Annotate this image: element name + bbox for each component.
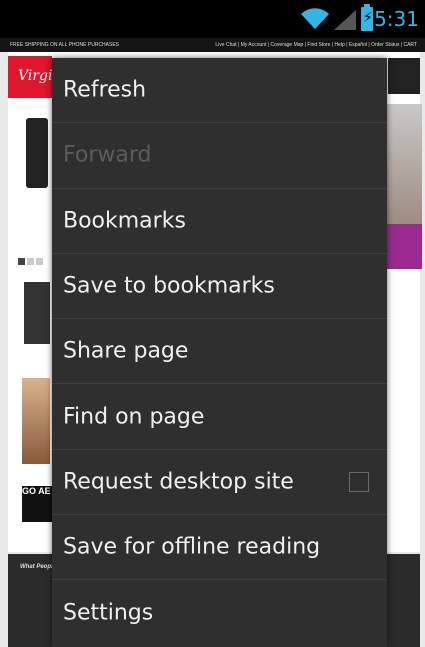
promo-band [382, 224, 422, 269]
shipping-banner[interactable]: FREE SHIPPING ON ALL PHONE PURCHASES [10, 42, 119, 48]
menu-item-save-offline[interactable]: Save for offline reading [52, 515, 387, 581]
menu-item-label: Find on page [63, 404, 205, 430]
menu-item-refresh[interactable]: Refresh [52, 58, 387, 124]
menu-item-label: Save for offline reading [63, 534, 321, 560]
site-top-strip: FREE SHIPPING ON ALL PHONE PURCHASES Liv… [0, 38, 425, 52]
site-nav-box [388, 58, 420, 94]
carousel-pager[interactable] [18, 250, 45, 269]
menu-item-label: Request desktop site [63, 469, 294, 495]
promo-text: GO AE [22, 486, 51, 496]
status-time: 5:31 [374, 7, 419, 31]
signal-icon [334, 10, 356, 30]
status-bar: ⚡ 5:31 [0, 0, 425, 38]
menu-item-label: Refresh [63, 77, 147, 103]
site-logo[interactable]: Virgin [8, 56, 62, 98]
menu-item-request-desktop-site[interactable]: Request desktop site [52, 450, 387, 516]
menu-item-label: Forward [63, 142, 152, 168]
footer-heading: What People [20, 564, 57, 570]
menu-item-save-to-bookmarks[interactable]: Save to bookmarks [52, 254, 387, 320]
browser-overflow-menu: Refresh Forward Bookmarks Save to bookma… [52, 58, 387, 647]
menu-item-label: Settings [63, 600, 154, 626]
menu-item-label: Save to bookmarks [63, 273, 275, 299]
menu-item-forward[interactable]: Forward [52, 123, 387, 189]
promo-image [382, 104, 422, 269]
battery-charging-icon: ⚡ [361, 4, 373, 31]
menu-item-bookmarks[interactable]: Bookmarks [52, 189, 387, 254]
menu-item-label: Share page [63, 338, 189, 364]
menu-item-label: Bookmarks [63, 208, 186, 234]
menu-item-share-page[interactable]: Share page [52, 319, 387, 385]
phone-image [26, 118, 48, 188]
site-top-links[interactable]: Live Chat | My Account | Coverage Map | … [215, 42, 417, 48]
person-image [22, 378, 50, 464]
wifi-icon [301, 8, 329, 29]
menu-item-find-on-page[interactable]: Find on page [52, 384, 387, 450]
promo-banner: GO AE [22, 486, 52, 522]
desktop-site-checkbox[interactable] [349, 471, 369, 492]
menu-item-settings[interactable]: Settings [52, 580, 387, 645]
phones-image [24, 282, 50, 344]
